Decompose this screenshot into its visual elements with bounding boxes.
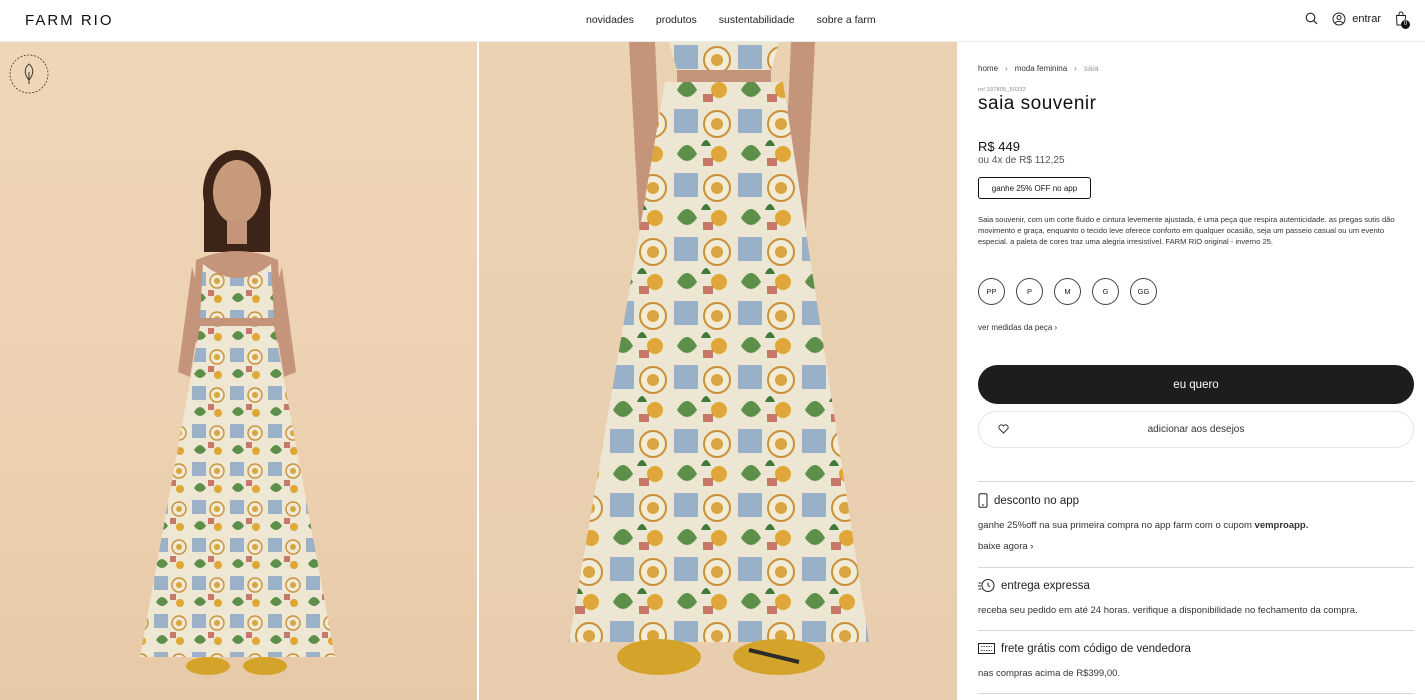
size-guide-link[interactable]: ver medidas da peça › <box>978 323 1057 332</box>
app-discount-title: desconto no app <box>994 494 1080 507</box>
product-photo-front[interactable] <box>0 42 477 700</box>
brand-logo[interactable]: FARM RIO <box>25 12 114 29</box>
chevron-right-icon: › <box>1005 64 1008 73</box>
app-discount-heading: desconto no app <box>978 493 1079 508</box>
nav-item-novidades[interactable]: novidades <box>586 14 634 26</box>
login-button[interactable]: entrar <box>1332 12 1381 26</box>
bag-count-badge: 0 <box>1401 20 1410 29</box>
chevron-right-icon: › <box>1074 64 1077 73</box>
clock-delivery-icon <box>978 579 995 592</box>
divider <box>978 693 1414 694</box>
app-discount-button[interactable]: ganhe 25% OFF no app <box>978 177 1091 199</box>
search-icon[interactable] <box>1305 12 1318 25</box>
bag-button[interactable]: 0 <box>1395 11 1410 29</box>
site-header: FARM RIO novidades produtos sustentabili… <box>0 0 1425 42</box>
free-shipping-text: nas compras acima de R$399,00. <box>978 668 1121 679</box>
product-description: Saia souvenir, com um corte fluido e cin… <box>978 215 1395 246</box>
free-shipping-heading: frete grátis com código de vendedora <box>978 642 1191 655</box>
ticket-icon <box>978 643 995 654</box>
phone-icon <box>978 493 988 508</box>
nav-item-produtos[interactable]: produtos <box>656 14 697 26</box>
size-option-gg[interactable]: GG <box>1130 278 1157 305</box>
breadcrumb-home[interactable]: home <box>978 64 998 73</box>
express-delivery-title: entrega expressa <box>1001 579 1090 592</box>
product-photo-detail[interactable] <box>479 42 957 700</box>
responsible-material-stamp <box>7 52 51 96</box>
coupon-code: vemproapp. <box>1254 520 1309 531</box>
product-info-panel: home › moda feminina › saia ref 337805_5… <box>978 42 1414 700</box>
heart-icon <box>998 424 1009 437</box>
user-globe-icon <box>1332 12 1346 25</box>
main-nav: novidades produtos sustentabilidade sobr… <box>586 14 876 26</box>
download-app-link[interactable]: baixe agora › <box>978 541 1033 552</box>
breadcrumb-current: saia <box>1083 64 1099 73</box>
divider <box>978 630 1414 631</box>
installments-text: ou 4x de R$ 112,25 <box>978 155 1065 166</box>
size-option-m[interactable]: M <box>1054 278 1081 305</box>
size-option-g[interactable]: G <box>1092 278 1119 305</box>
chevron-right-icon: › <box>1030 541 1034 552</box>
size-option-pp[interactable]: PP <box>978 278 1005 305</box>
divider <box>978 567 1414 568</box>
free-shipping-title: frete grátis com código de vendedora <box>1001 642 1191 655</box>
chevron-right-icon: › <box>1054 323 1058 332</box>
buy-button[interactable]: eu quero <box>978 365 1414 404</box>
product-price: R$ 449 <box>978 139 1020 154</box>
header-actions: entrar 0 <box>1305 11 1410 29</box>
add-to-wishlist-button[interactable]: adicionar aos desejos <box>978 411 1414 448</box>
express-delivery-heading: entrega expressa <box>978 578 1090 593</box>
nav-item-sustentabilidade[interactable]: sustentabilidade <box>719 14 795 26</box>
size-option-p[interactable]: P <box>1016 278 1043 305</box>
express-delivery-text: receba seu pedido em até 24 horas. verif… <box>978 605 1358 616</box>
divider <box>978 481 1414 482</box>
nav-item-sobre-a-farm[interactable]: sobre a farm <box>817 14 876 26</box>
login-label: entrar <box>1352 12 1381 25</box>
wishlist-label: adicionar aos desejos <box>1147 424 1245 435</box>
breadcrumb: home › moda feminina › saia <box>978 64 1099 73</box>
download-app-label: baixe agora <box>978 541 1028 552</box>
app-discount-prefix: ganhe 25%off na sua primeira compra no a… <box>978 520 1255 531</box>
size-selector: PP P M G GG <box>978 278 1157 305</box>
app-discount-text: ganhe 25%off na sua primeira compra no a… <box>978 520 1308 531</box>
size-guide-label: ver medidas da peça <box>978 323 1053 332</box>
product-title: saia souvenir <box>978 93 1097 114</box>
breadcrumb-moda-feminina[interactable]: moda feminina <box>1015 64 1067 73</box>
